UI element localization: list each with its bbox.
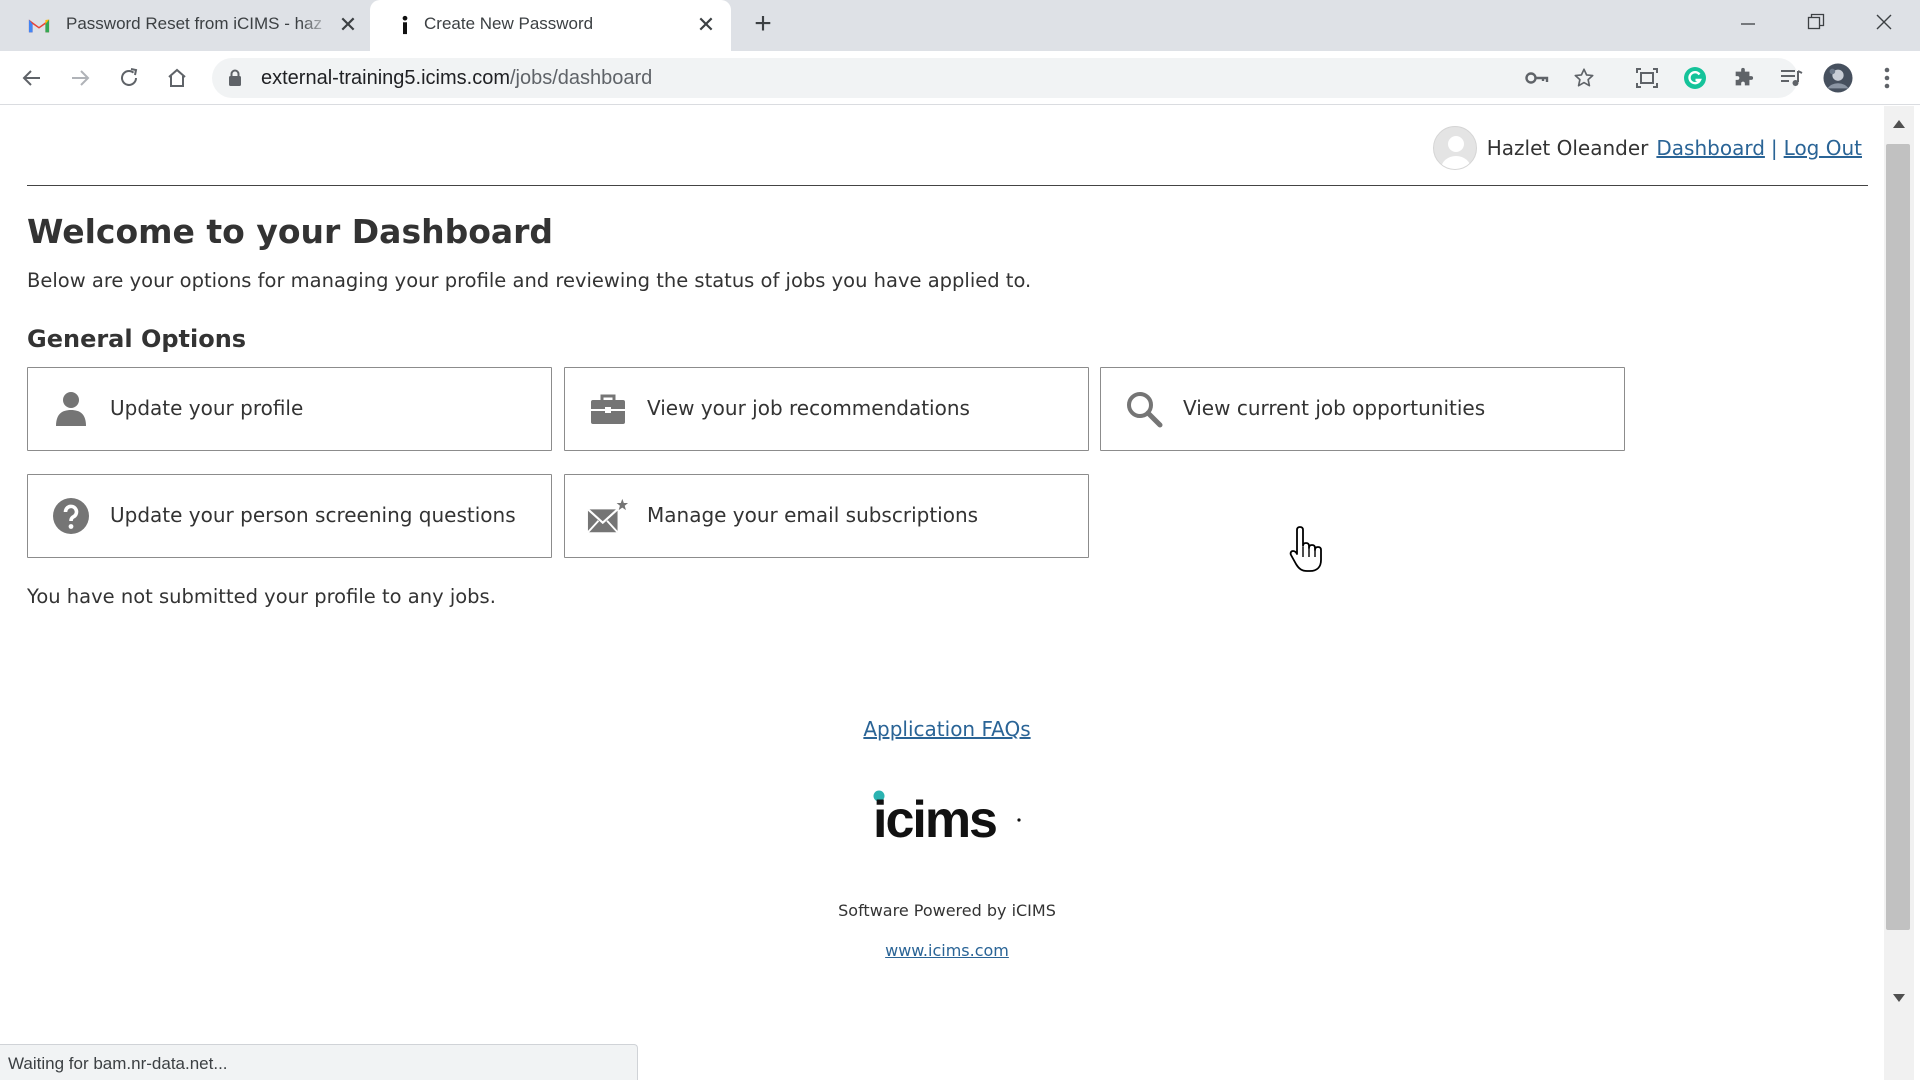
more-vert-icon	[1884, 67, 1890, 89]
logout-link[interactable]: Log Out	[1784, 136, 1862, 160]
person-avatar-icon	[1440, 136, 1471, 169]
restore-button[interactable]	[1796, 6, 1836, 38]
vertical-scrollbar[interactable]	[1880, 106, 1920, 1080]
profile-button[interactable]	[1823, 63, 1853, 93]
arrow-right-icon	[72, 70, 90, 86]
home-icon	[168, 68, 186, 87]
intro-text: Below are your options for managing your…	[27, 269, 1032, 292]
address-bar[interactable]: external-training5.icims.com/jobs/dashbo…	[212, 58, 1798, 98]
extensions-button[interactable]	[1728, 63, 1758, 93]
restore-icon	[1807, 13, 1825, 30]
icims-website-link[interactable]: www.icims.com	[885, 941, 1009, 960]
star-icon[interactable]	[1573, 67, 1595, 89]
page-content: Hazlet Oleander Dashboard | Log Out Welc…	[0, 106, 1880, 1080]
update-profile-button[interactable]: Update your profile	[27, 367, 552, 451]
home-button[interactable]	[162, 63, 192, 93]
url-domain: external-training5.icims.com	[261, 67, 510, 89]
browser-toolbar: external-training5.icims.com/jobs/dashbo…	[0, 51, 1920, 105]
lock-icon	[229, 69, 241, 86]
close-window-button[interactable]	[1864, 6, 1904, 38]
header-divider	[27, 185, 1868, 186]
media-control-button[interactable]	[1776, 63, 1806, 93]
site-link-container: www.icims.com	[0, 941, 1894, 960]
option-label: View current job opportunities	[1183, 396, 1486, 420]
search-icon	[1123, 388, 1165, 430]
option-label: View your job recommendations	[647, 396, 970, 420]
chrome-menu-button[interactable]	[1872, 63, 1902, 93]
faq-container: Application FAQs	[0, 717, 1894, 741]
job-recommendations-button[interactable]: View your job recommendations	[564, 367, 1089, 451]
close-tab-icon[interactable]: ✕	[694, 12, 718, 37]
minimize-button[interactable]	[1728, 6, 1768, 38]
dashboard-link[interactable]: Dashboard	[1656, 136, 1765, 160]
url-path: /jobs/dashboard	[509, 67, 653, 89]
reload-button[interactable]	[114, 63, 144, 93]
briefcase-icon	[587, 388, 629, 430]
hand-cursor-icon	[1289, 526, 1322, 572]
option-label: Update your person screening questions	[110, 503, 516, 527]
scrollbar-thumb[interactable]	[1886, 144, 1910, 930]
tab-create-new-password[interactable]: Create New Password ✕	[370, 0, 731, 51]
tab-title: Password Reset from iCIMS - haz	[66, 14, 323, 33]
back-button[interactable]	[17, 63, 47, 93]
close-tab-icon[interactable]: ✕	[336, 12, 360, 37]
job-opportunities-button[interactable]: View current job opportunities	[1100, 367, 1625, 451]
forward-button[interactable]	[65, 63, 95, 93]
new-tab-button[interactable]: +	[748, 9, 778, 40]
playlist-icon	[1781, 70, 1803, 86]
reload-icon	[121, 68, 138, 86]
profile-avatar-icon	[1823, 63, 1853, 93]
gmail-icon	[28, 19, 50, 33]
url-text: external-training5.icims.com/jobs/dashbo…	[261, 67, 652, 90]
user-header: Hazlet Oleander Dashboard | Log Out	[1432, 126, 1862, 170]
question-icon	[50, 495, 92, 537]
person-icon	[50, 388, 92, 430]
tab-title: Create New Password	[424, 14, 594, 33]
arrow-left-icon	[22, 70, 40, 86]
close-icon	[1876, 14, 1892, 30]
screening-questions-button[interactable]: Update your person screening questions	[27, 474, 552, 558]
tab-strip: Password Reset from iCIMS - haz ✕ Create…	[0, 0, 1920, 51]
tab-gmail[interactable]: Password Reset from iCIMS - haz ✕	[0, 0, 370, 51]
powered-by-text: Software Powered by iCIMS	[838, 901, 1056, 920]
user-name: Hazlet Oleander	[1486, 136, 1649, 160]
page-title: Welcome to your Dashboard	[27, 212, 554, 251]
application-faqs-link[interactable]: Application FAQs	[863, 717, 1030, 741]
puzzle-icon	[1735, 67, 1754, 86]
link-separator: |	[1770, 136, 1778, 160]
no-jobs-message: You have not submitted your profile to a…	[27, 585, 496, 608]
avatar	[1432, 126, 1477, 170]
scroll-down-arrow-icon[interactable]	[1893, 994, 1905, 1002]
grammarly-extension[interactable]	[1680, 63, 1710, 93]
icims-icon	[402, 15, 408, 35]
email-subscriptions-button[interactable]: Manage your email subscriptions	[564, 474, 1089, 558]
logo-text: icims	[873, 791, 996, 846]
capture-icon	[1636, 68, 1658, 88]
key-icon[interactable]	[1525, 68, 1549, 88]
icims-logo: icims	[873, 790, 1021, 846]
option-label: Update your profile	[110, 396, 304, 420]
minimize-icon	[1741, 23, 1755, 25]
section-title: General Options	[27, 325, 247, 353]
scroll-up-arrow-icon[interactable]	[1893, 120, 1905, 128]
status-bar: Waiting for bam.nr-data.net...	[0, 1044, 638, 1080]
grammarly-icon	[1684, 67, 1706, 89]
screenshot-button[interactable]	[1632, 63, 1662, 93]
option-label: Manage your email subscriptions	[647, 503, 979, 527]
envelope-star-icon	[587, 495, 629, 537]
